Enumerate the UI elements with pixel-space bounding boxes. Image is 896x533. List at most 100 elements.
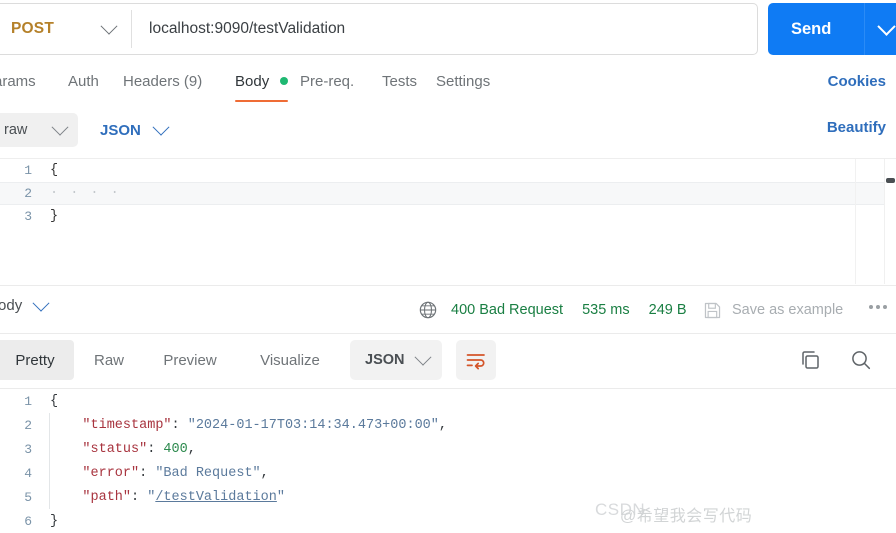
json-token: "timestamp": [82, 417, 172, 433]
code-line: 6}: [0, 509, 896, 533]
response-size: 249 B: [648, 302, 687, 318]
response-indent-guide: [49, 413, 50, 509]
editor-scrollbar[interactable]: [884, 159, 896, 284]
tab-raw[interactable]: Raw: [80, 340, 138, 380]
tab-label: Pre-req.: [300, 73, 355, 90]
request-tabs: Params Auth Headers (9) Body Pre-req. Te…: [0, 62, 896, 107]
method-url-container: POST: [0, 3, 758, 55]
json-token: "error": [82, 465, 140, 481]
json-path-link[interactable]: /testValidation: [155, 490, 277, 505]
line-content[interactable]: }: [44, 209, 896, 224]
tab-label: Raw: [94, 351, 125, 369]
line-content[interactable]: · · · ·: [44, 186, 896, 201]
whitespace-guide-icon: · · · ·: [50, 186, 121, 201]
response-more-options-button[interactable]: [869, 305, 887, 309]
tab-settings[interactable]: Settings: [436, 73, 490, 102]
editor-scrollbar-thumb[interactable]: [886, 178, 895, 183]
json-token: :: [139, 465, 156, 481]
json-token: ,: [438, 417, 447, 433]
code-line: 4 "error": "Bad Request",: [0, 461, 896, 485]
json-token: }: [50, 513, 59, 529]
code-line: 3 }: [0, 205, 896, 228]
line-content[interactable]: {: [44, 163, 896, 178]
body-format-label: JSON: [100, 121, 141, 139]
request-body-editor[interactable]: 1 { 2 · · · · 3 }: [0, 158, 896, 284]
postman-request-response-view: POST Send Params Auth Headers (9) Body: [0, 0, 896, 533]
tab-headers[interactable]: Headers (9): [123, 73, 202, 102]
line-number: 1: [24, 393, 32, 409]
send-button[interactable]: Send: [768, 3, 896, 55]
line-number: 4: [24, 465, 32, 481]
body-type-row: raw JSON Beautify: [0, 108, 896, 154]
tab-body[interactable]: Body: [235, 73, 289, 102]
send-options-button[interactable]: [865, 16, 896, 36]
chevron-down-icon: [51, 118, 69, 136]
tab-pretty[interactable]: Pretty: [0, 340, 74, 380]
response-panel-select[interactable]: Body: [0, 294, 50, 314]
line-content[interactable]: "timestamp": "2024-01-17T03:14:34.473+00…: [44, 418, 896, 433]
line-content[interactable]: "status": 400,: [44, 442, 896, 457]
json-token: :: [171, 417, 188, 433]
json-token: {: [50, 393, 59, 409]
tab-prerequest[interactable]: Pre-req.: [300, 73, 354, 102]
url-input[interactable]: [132, 3, 757, 55]
line-content[interactable]: {: [44, 394, 896, 409]
request-code-area[interactable]: 1 { 2 · · · · 3 }: [0, 159, 896, 284]
line-number: 2: [24, 417, 32, 433]
json-token: "2024-01-17T03:14:34.473+00:00": [187, 417, 439, 433]
json-token: :: [147, 441, 164, 457]
save-as-example-button[interactable]: Save as example: [703, 286, 843, 334]
response-meta-group: 400 Bad Request 535 ms 249 B: [418, 286, 687, 334]
copy-response-button[interactable]: [798, 348, 822, 375]
json-token: ,: [260, 465, 269, 481]
tab-tests[interactable]: Tests: [382, 73, 417, 102]
response-time: 535 ms: [582, 302, 630, 318]
json-token: "path": [82, 489, 132, 505]
json-token: "Bad Request": [155, 465, 261, 481]
line-number: 3: [24, 209, 32, 224]
tab-label: Auth: [68, 73, 99, 90]
code-line: 1{: [0, 389, 896, 413]
response-code-area[interactable]: 1{2 "timestamp": "2024-01-17T03:14:34.47…: [0, 389, 896, 533]
tab-params[interactable]: Params: [0, 73, 36, 102]
send-button-label: Send: [791, 19, 832, 38]
code-line: 3 "status": 400,: [0, 437, 896, 461]
json-token: :: [131, 489, 148, 505]
http-method-select[interactable]: POST: [0, 4, 131, 54]
body-format-select[interactable]: JSON: [90, 113, 177, 147]
body-modified-dot-icon: [280, 77, 289, 86]
tab-preview[interactable]: Preview: [144, 340, 236, 380]
beautify-link[interactable]: Beautify: [827, 119, 886, 136]
response-status-bar: Body 400 Bad Request 535 ms 249 B Save a…: [0, 285, 896, 334]
line-content[interactable]: }: [44, 514, 896, 529]
response-format-select[interactable]: JSON: [350, 340, 442, 380]
code-line: 1 {: [0, 159, 896, 182]
tab-label: Settings: [436, 73, 491, 90]
tab-label: Headers (9): [123, 73, 203, 90]
editor-right-divider: [855, 159, 856, 284]
save-icon: [704, 302, 721, 318]
chevron-down-icon: [152, 118, 170, 136]
line-number: 3: [24, 441, 32, 457]
search-response-button[interactable]: [849, 348, 873, 375]
tab-label: Params: [0, 73, 36, 90]
word-wrap-button[interactable]: [456, 340, 496, 380]
active-tab-underline: [235, 99, 289, 102]
dot-icon: [876, 305, 880, 309]
tab-label: Pretty: [15, 351, 55, 369]
chevron-down-icon: [414, 348, 432, 366]
body-type-select[interactable]: raw: [0, 113, 78, 147]
cookies-link[interactable]: Cookies: [828, 73, 886, 90]
json-token: ": [276, 489, 285, 505]
tab-visualize[interactable]: Visualize: [240, 340, 340, 380]
line-content[interactable]: "error": "Bad Request",: [44, 466, 896, 481]
json-token: "status": [82, 441, 148, 457]
code-line: 2 "timestamp": "2024-01-17T03:14:34.473+…: [0, 413, 896, 437]
tab-auth[interactable]: Auth: [68, 73, 99, 102]
json-token: 400: [163, 441, 188, 457]
code-line: 5 "path": "/testValidation": [0, 485, 896, 509]
line-content[interactable]: "path": "/testValidation": [44, 490, 896, 505]
response-body-viewer[interactable]: 1{2 "timestamp": "2024-01-17T03:14:34.47…: [0, 388, 896, 533]
